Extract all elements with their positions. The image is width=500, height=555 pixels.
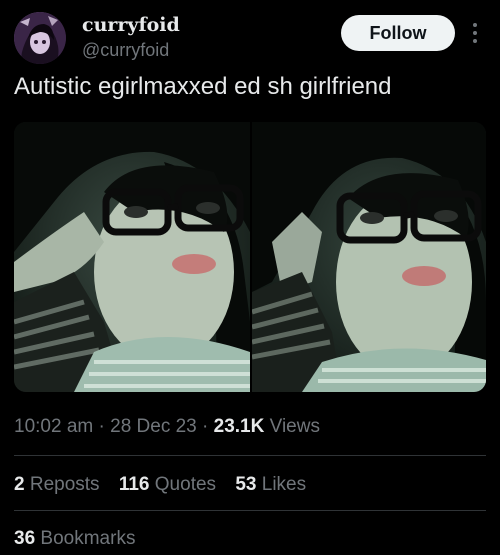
- likes-label: Likes: [261, 474, 307, 495]
- likes-stat[interactable]: 53 Likes: [235, 474, 306, 495]
- photo-2[interactable]: [252, 122, 486, 392]
- post-time[interactable]: 10:02 am: [14, 416, 93, 437]
- profile-avatar[interactable]: [14, 12, 66, 64]
- reposts-count: 2: [14, 474, 25, 495]
- photo-1[interactable]: [14, 122, 250, 392]
- follow-button[interactable]: Follow: [341, 15, 455, 51]
- bookmarks-stat[interactable]: 36 Bookmarks: [14, 528, 135, 550]
- bookmarks-count: 36: [14, 528, 36, 549]
- post-date[interactable]: 28 Dec 23: [110, 416, 197, 437]
- divider: [14, 510, 486, 511]
- divider: [14, 455, 486, 456]
- author-display-name[interactable]: curryfoid: [82, 14, 180, 36]
- views-count: 23.1K: [213, 416, 265, 437]
- author-names: curryfoid @curryfoid: [82, 14, 180, 62]
- media-grid: [14, 122, 486, 392]
- meta-separator: ·: [196, 416, 214, 437]
- meta-separator: ·: [93, 416, 111, 437]
- reposts-label: Reposts: [29, 474, 100, 495]
- author-handle[interactable]: @curryfoid: [82, 38, 180, 62]
- more-vertical-icon[interactable]: [468, 21, 482, 45]
- post-meta: 10:02 am · 28 Dec 23 · 23.1K Views: [14, 416, 320, 438]
- avatar-image: [14, 12, 66, 64]
- post-header: curryfoid @curryfoid Follow: [14, 8, 486, 66]
- reposts-stat[interactable]: 2 Reposts: [14, 474, 100, 495]
- views-label: Views: [264, 416, 320, 437]
- quotes-label: Quotes: [154, 474, 217, 495]
- quotes-count: 116: [118, 474, 150, 495]
- post-stats: 2 Reposts 116 Quotes 53 Likes: [14, 474, 320, 496]
- likes-count: 53: [235, 474, 257, 495]
- quotes-stat[interactable]: 116 Quotes: [119, 474, 216, 495]
- photo-1-image: [14, 122, 250, 392]
- photo-2-image: [252, 122, 486, 392]
- bookmarks-label: Bookmarks: [40, 528, 136, 549]
- post-text: Autistic egirlmaxxed ed sh girlfriend: [14, 73, 392, 100]
